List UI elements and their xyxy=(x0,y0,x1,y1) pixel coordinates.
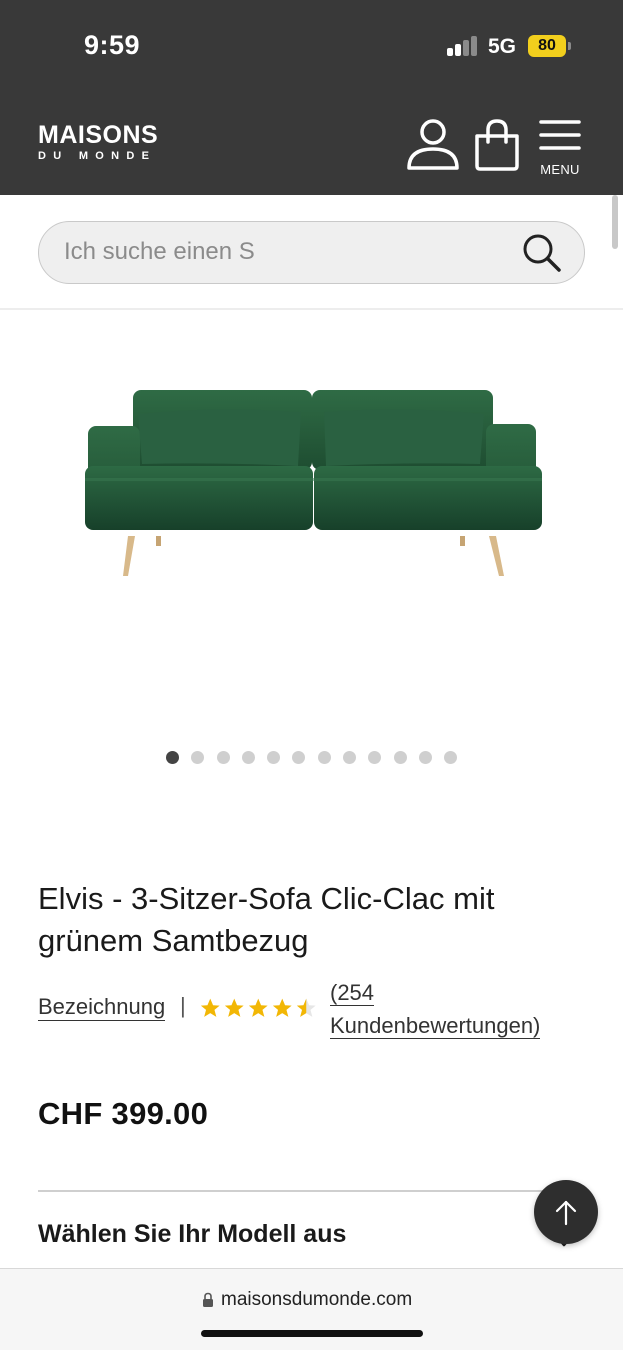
pagination-dot[interactable] xyxy=(317,751,331,764)
logo-line1: MAISONS xyxy=(38,121,159,149)
star-rating[interactable] xyxy=(199,996,319,1020)
hamburger-icon[interactable] xyxy=(538,118,582,152)
pagination-dot[interactable] xyxy=(393,751,407,764)
brand-logo[interactable]: MAISONS DU MONDE xyxy=(38,122,158,163)
pagination-dot[interactable] xyxy=(267,751,281,764)
half-star-icon xyxy=(296,998,316,1017)
reviews-link[interactable]: (254 Kundenbewertungen) xyxy=(330,976,541,1042)
pagination-dot[interactable] xyxy=(191,751,205,764)
product-image[interactable] xyxy=(76,378,548,588)
pagination-dot[interactable] xyxy=(292,751,306,764)
app-header: 9:59 5G 80 MAISONS DU MONDE MENU xyxy=(0,0,623,195)
star-icon xyxy=(224,998,244,1017)
scrollbar[interactable] xyxy=(612,195,618,249)
pagination-dot[interactable] xyxy=(216,751,230,764)
product-title: Elvis - 3-Sitzer-Sofa Clic-Clac mit grün… xyxy=(38,881,495,958)
network-type: 5G xyxy=(488,35,517,58)
divider xyxy=(38,1190,585,1192)
arrow-up-icon xyxy=(555,1200,577,1226)
pagination-dot[interactable] xyxy=(368,751,382,764)
pagination-dot[interactable] xyxy=(166,751,179,764)
pagination-dot[interactable] xyxy=(343,751,357,764)
product-price: CHF 399.00 xyxy=(38,1096,209,1131)
star-icon xyxy=(248,998,268,1017)
back-to-top-button[interactable] xyxy=(534,1180,598,1244)
star-icon xyxy=(200,998,220,1017)
pagination-dot[interactable] xyxy=(444,751,458,764)
image-pagination xyxy=(166,751,470,765)
search-input[interactable] xyxy=(64,222,504,282)
logo-line2: DU MONDE xyxy=(38,150,157,162)
search-bar[interactable] xyxy=(38,221,585,284)
star-icon xyxy=(272,998,292,1017)
signal-icon xyxy=(447,36,479,56)
lock-icon xyxy=(203,1292,213,1307)
user-icon[interactable] xyxy=(406,118,460,172)
model-selector[interactable]: Wählen Sie Ihr Modell aus xyxy=(38,1220,346,1249)
rating-row: Bezeichnung | (254 Kundenbewertungen) xyxy=(38,976,598,1046)
battery-icon: 80 xyxy=(528,35,566,57)
reviews-count: (254 xyxy=(330,980,375,1006)
shopping-bag-icon[interactable] xyxy=(473,118,521,172)
search-icon[interactable] xyxy=(521,232,563,274)
divider xyxy=(0,308,623,310)
reference-link[interactable]: Bezeichnung xyxy=(38,994,166,1021)
menu-label[interactable]: MENU xyxy=(536,162,584,177)
pagination-dot[interactable] xyxy=(241,751,255,764)
url-display[interactable]: maisonsdumonde.com xyxy=(221,1289,412,1311)
pagination-dot[interactable] xyxy=(418,751,432,764)
status-time: 9:59 xyxy=(84,30,141,60)
home-indicator[interactable] xyxy=(201,1330,423,1337)
separator: | xyxy=(180,993,186,1018)
battery-tip xyxy=(568,42,571,50)
reviews-label: Kundenbewertungen) xyxy=(330,1013,541,1039)
